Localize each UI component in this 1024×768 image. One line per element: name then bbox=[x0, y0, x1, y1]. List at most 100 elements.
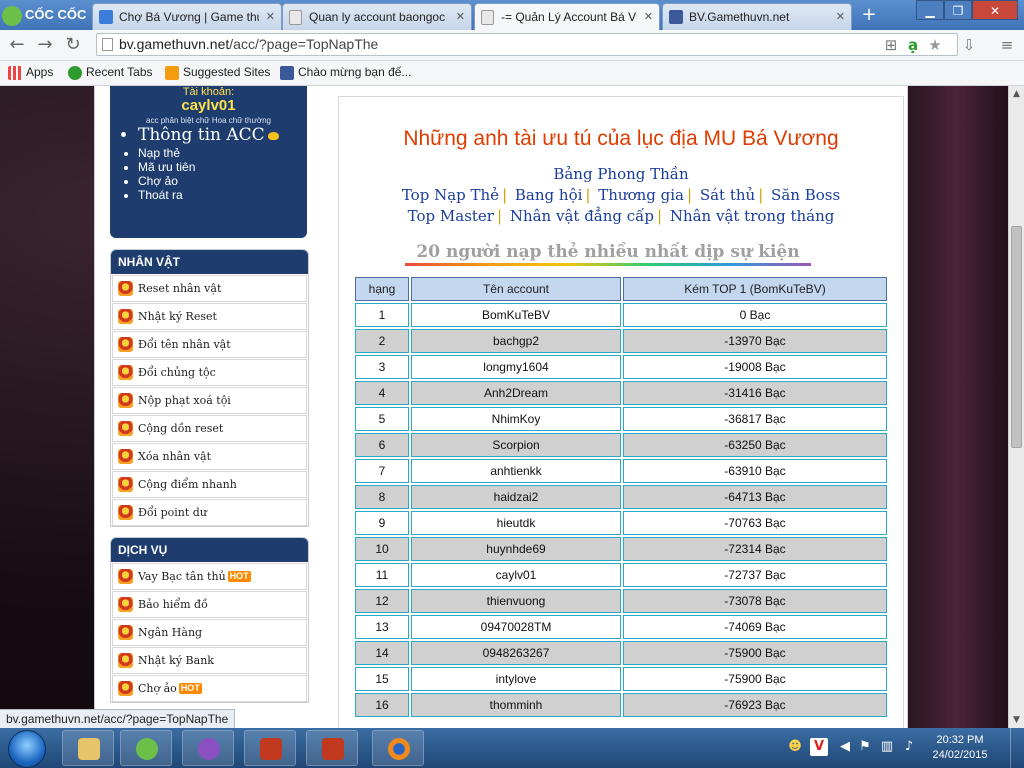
nav-san-boss[interactable]: Săn Boss bbox=[771, 186, 840, 204]
nap-the-link[interactable]: Nạp thẻ bbox=[138, 146, 279, 160]
nav-thuong-gia[interactable]: Thương gia bbox=[598, 186, 684, 204]
page-favicon-icon bbox=[481, 10, 494, 25]
menu-bullet-icon bbox=[118, 337, 133, 352]
sidebar-item-rename[interactable]: Đổi tên nhân vật bbox=[112, 331, 307, 358]
table-header-row: hạng Tên account Kém TOP 1 (BomKuTeBV) bbox=[355, 277, 887, 301]
taskbar-clock[interactable]: 20:32 PM 24/02/2015 bbox=[920, 733, 1000, 763]
sidebar-item-bank[interactable]: Ngân Hàng bbox=[112, 619, 307, 646]
sidebar-item-loan[interactable]: Vay Bạc tân thủ HOT bbox=[112, 563, 307, 590]
close-tab-icon[interactable]: ✕ bbox=[644, 4, 653, 30]
bookmark-star-icon[interactable]: ★ bbox=[926, 36, 944, 54]
sidebar-item-pay-fine[interactable]: Nộp phạt xoá tội bbox=[112, 387, 307, 414]
account-cell: NhimKoy bbox=[411, 407, 621, 431]
new-tab-icon[interactable]: + bbox=[860, 6, 878, 24]
close-window-icon[interactable]: ✕ bbox=[972, 0, 1018, 20]
bookmark-apps[interactable]: Apps bbox=[6, 61, 53, 85]
rank-cell: 1 bbox=[355, 303, 409, 327]
page-viewport: Tài khoản: caylv01 acc phân biệt chữ Hoa… bbox=[0, 86, 1008, 728]
bookmarks-bar: Apps Recent Tabs Suggested Sites Chào mừ… bbox=[0, 61, 1024, 86]
sidebar-item-quick-points[interactable]: Cộng điểm nhanh bbox=[112, 471, 307, 498]
taskbar-firefox[interactable] bbox=[372, 730, 424, 766]
game-icon bbox=[322, 738, 344, 760]
taskbar-game-2[interactable] bbox=[306, 730, 358, 766]
gap-cell: -63250 Bạc bbox=[623, 433, 887, 457]
nav-sat-thu[interactable]: Sát thủ bbox=[700, 186, 755, 204]
close-tab-icon[interactable]: ✕ bbox=[266, 4, 275, 30]
nav-nhan-vat-trong-thang[interactable]: Nhân vật trong tháng bbox=[670, 207, 835, 225]
bookmark-recent-tabs[interactable]: Recent Tabs bbox=[66, 61, 153, 85]
browser-logo[interactable]: CỐC CỐC bbox=[2, 3, 88, 27]
antivirus-tray-icon[interactable]: V bbox=[810, 738, 828, 756]
sidebar-item-insurance[interactable]: Bảo hiểm đồ bbox=[112, 591, 307, 618]
coccoc-logo-icon bbox=[2, 5, 22, 26]
sidebar-item-reset[interactable]: Reset nhân vật bbox=[112, 275, 307, 302]
account-cell: bachgp2 bbox=[411, 329, 621, 353]
cho-ao-link[interactable]: Chợ ảo bbox=[138, 174, 279, 188]
bookmark-suggested-sites[interactable]: Suggested Sites bbox=[163, 61, 270, 85]
menu-bullet-icon bbox=[118, 421, 133, 436]
translate-icon[interactable]: ⊞ bbox=[882, 36, 900, 54]
taskbar-coccoc[interactable] bbox=[120, 730, 172, 766]
address-bar: ← → ↻ bv.gamethuvn.net/acc/?page=TopNapT… bbox=[0, 30, 1024, 61]
flag-tray-icon[interactable]: ⚑ bbox=[856, 738, 874, 756]
table-row: 4 Anh2Dream -31416 Bạc bbox=[355, 381, 887, 405]
sidebar-item-stack-reset[interactable]: Cộng dồn reset bbox=[112, 415, 307, 442]
nav-bang-phong-than[interactable]: Bảng Phong Thần bbox=[553, 165, 688, 183]
sidebar-item-delete-character[interactable]: Xóa nhân vật bbox=[112, 443, 307, 470]
coccoc-icon bbox=[136, 738, 158, 760]
tab-cho-ba-vuong[interactable]: Chợ Bá Vương | Game thủ ✕ bbox=[92, 3, 282, 30]
rank-cell: 8 bbox=[355, 485, 409, 509]
ma-uu-tien-link[interactable]: Mã ưu tiên bbox=[138, 160, 279, 174]
tray-expand-icon[interactable]: ◀ bbox=[836, 738, 854, 756]
nav-nhan-vat-dang-cap[interactable]: Nhân vật đẳng cấp bbox=[510, 207, 654, 225]
download-icon[interactable]: ⇩ bbox=[960, 36, 978, 54]
forward-icon[interactable]: → bbox=[34, 35, 56, 55]
logout-link[interactable]: Thoát ra bbox=[138, 188, 279, 202]
account-cell: huynhde69 bbox=[411, 537, 621, 561]
vietnamese-input-icon[interactable]: ạ bbox=[904, 36, 922, 54]
rank-cell: 5 bbox=[355, 407, 409, 431]
maximize-icon[interactable]: ❐ bbox=[944, 0, 972, 20]
account-info-link[interactable]: Thông tin ACC bbox=[138, 124, 279, 146]
url-input[interactable]: bv.gamethuvn.net/acc/?page=TopNapThe bbox=[96, 33, 958, 56]
nav-top-nap-the[interactable]: Top Nạp Thẻ bbox=[402, 186, 499, 204]
network-tray-icon[interactable]: ▥ bbox=[878, 738, 896, 756]
tab-quan-ly-account-ba-vuong[interactable]: -= Quản Lý Account Bá Vương ✕ bbox=[474, 3, 660, 31]
sidebar-item-reset-log[interactable]: Nhật ký Reset bbox=[112, 303, 307, 330]
scrollbar-thumb[interactable] bbox=[1011, 226, 1022, 448]
menu-bullet-icon bbox=[118, 625, 133, 640]
sidebar-item-market[interactable]: Chợ ảo HOT bbox=[112, 675, 307, 702]
column-header-rank: hạng bbox=[355, 277, 409, 301]
rank-cell: 6 bbox=[355, 433, 409, 457]
emoji-tray-icon[interactable]: ☻ bbox=[786, 738, 804, 756]
taskbar-explorer[interactable] bbox=[62, 730, 114, 766]
scroll-up-icon[interactable]: ▲ bbox=[1009, 86, 1024, 102]
nav-bang-hoi[interactable]: Bang hội bbox=[515, 186, 583, 204]
page-headline: Những anh tài ưu tú của lục địa MU Bá Vư… bbox=[403, 127, 839, 150]
show-desktop-button[interactable] bbox=[1010, 728, 1024, 768]
close-tab-icon[interactable]: ✕ bbox=[836, 4, 845, 30]
page-scrollbar[interactable]: ▲ ▼ bbox=[1008, 86, 1024, 728]
table-row: 1 BomKuTeBV 0 Bạc bbox=[355, 303, 887, 327]
bookmark-facebook[interactable]: Chào mừng bạn đế... bbox=[278, 61, 411, 85]
sidebar-item-exchange-points[interactable]: Đổi point dư bbox=[112, 499, 307, 526]
browser-tab-bar: CỐC CỐC Chợ Bá Vương | Game thủ ✕ Quan l… bbox=[0, 0, 1024, 31]
start-button-icon[interactable] bbox=[8, 730, 46, 768]
reload-icon[interactable]: ↻ bbox=[62, 35, 84, 55]
scroll-down-icon[interactable]: ▼ bbox=[1009, 712, 1024, 728]
tab-bv-gamethuvn[interactable]: BV.Gamethuvn.net ✕ bbox=[662, 3, 852, 30]
tab-quan-ly-account[interactable]: Quan ly account baongoc ✕ bbox=[282, 3, 472, 30]
recent-tabs-icon bbox=[68, 66, 82, 80]
minimize-icon[interactable]: ▁ bbox=[916, 0, 944, 20]
taskbar-messenger[interactable] bbox=[182, 730, 234, 766]
sidebar-item-bank-log[interactable]: Nhật ký Bank bbox=[112, 647, 307, 674]
menu-bullet-icon bbox=[118, 653, 133, 668]
back-icon[interactable]: ← bbox=[6, 35, 28, 55]
close-tab-icon[interactable]: ✕ bbox=[456, 4, 465, 30]
menu-icon[interactable]: ≡ bbox=[998, 36, 1016, 54]
clock-date: 24/02/2015 bbox=[932, 749, 988, 761]
sidebar-item-change-race[interactable]: Đổi chủng tộc bbox=[112, 359, 307, 386]
nav-top-master[interactable]: Top Master bbox=[408, 207, 494, 225]
volume-tray-icon[interactable]: ♪ bbox=[900, 738, 918, 756]
taskbar-game-1[interactable] bbox=[244, 730, 296, 766]
